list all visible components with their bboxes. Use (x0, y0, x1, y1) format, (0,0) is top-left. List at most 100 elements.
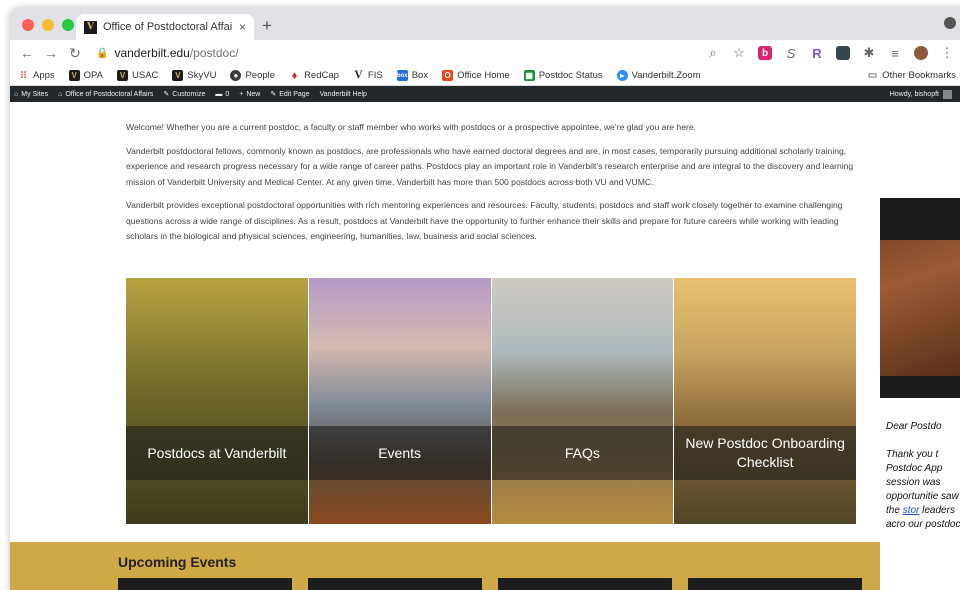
new-tab-button[interactable]: + (262, 16, 272, 36)
bookmark-postdoc-status[interactable]: ▦ Postdoc Status (523, 70, 603, 81)
intro-paragraph: Welcome! Whether you are a current postd… (126, 122, 697, 132)
intro-paragraph: Vanderbilt postdoctoral fellows, commonl… (126, 145, 854, 187)
side-greeting: Dear Postdo (886, 421, 942, 432)
admin-account[interactable]: Howdy, bishopft (889, 89, 960, 99)
extensions-puzzle-icon[interactable]: ✱ (862, 45, 876, 60)
bookmark-label: Office Home (457, 70, 510, 81)
wp-admin-bar: ⌂ My Sites ⌂ Office of Postdoctoral Affa… (10, 86, 960, 102)
star-bookmark-icon[interactable]: ☆ (732, 45, 746, 60)
bookmark-people[interactable]: ● People (230, 70, 275, 81)
upcoming-events-section: Upcoming Events (10, 542, 880, 590)
my-sites-icon: ⌂ (14, 90, 19, 98)
bookmark-fis[interactable]: V FIS (353, 70, 383, 81)
tile-new-postdoc-onboarding-checklist[interactable]: New Postdoc Onboarding Checklist (674, 278, 856, 524)
event-card[interactable] (688, 578, 862, 590)
extension-r-icon[interactable]: R (810, 46, 824, 61)
bookmark-box[interactable]: box Box (396, 70, 429, 81)
address-bar[interactable]: 🔒 vanderbilt.edu/postdoc/ (92, 46, 392, 60)
brush-icon: ✎ (163, 91, 170, 98)
bookmark-label: Box (411, 70, 429, 81)
url-host: vanderbilt.edu (114, 46, 190, 60)
tab-office-of-postdoctoral-affairs[interactable]: V Office of Postdoctoral Affairs | × (76, 14, 254, 40)
howdy-text: Howdy, bishopft (889, 90, 939, 98)
bookmark-label: Vanderbilt.Zoom (631, 70, 701, 81)
bookmark-apps[interactable]: ⁝⁝ Apps (18, 70, 54, 81)
lock-icon: 🔒 (96, 47, 109, 59)
v-logo-icon: V (354, 70, 363, 81)
events-heading: Upcoming Events (118, 554, 237, 570)
apps-grid-icon: ⁝⁝ (20, 70, 27, 81)
side-story-link[interactable]: stor (903, 505, 920, 516)
url-path: /postdoc/ (189, 46, 239, 60)
minimize-window-button[interactable] (42, 19, 54, 31)
tab-close-button[interactable]: × (239, 20, 246, 34)
bookmark-usac[interactable]: V USAC (117, 70, 158, 81)
admin-item-label: New (246, 90, 261, 98)
admin-item-label: Vanderbilt Help (319, 90, 367, 98)
admin-site-name[interactable]: ⌂ Office of Postdoctoral Affairs (58, 91, 153, 98)
forward-icon[interactable]: → (44, 45, 58, 61)
redcap-icon: ♦ (291, 69, 298, 82)
intro-text: Welcome! Whether you are a current postd… (126, 120, 866, 253)
tab-strip: V Office of Postdoctoral Affairs | × + (10, 8, 960, 40)
avatar (943, 89, 952, 99)
extension-square-icon[interactable] (836, 46, 850, 60)
reload-icon[interactable]: ↻ (68, 45, 82, 62)
url-text[interactable]: vanderbilt.edu/postdoc/ (114, 46, 238, 60)
browser-toolbar: ← → ↻ 🔒 vanderbilt.edu/postdoc/ ⌕ ☆ b S … (10, 40, 960, 66)
side-letter: Dear Postdo Thank you t Postdoc App sess… (886, 420, 960, 532)
maximize-window-button[interactable] (62, 19, 74, 31)
menu-kebab-icon[interactable]: ⋮ (940, 45, 954, 60)
side-photo-band (880, 198, 960, 240)
admin-vanderbilt-help[interactable]: Vanderbilt Help (320, 91, 367, 98)
event-card[interactable] (308, 578, 482, 590)
bookmark-redcap[interactable]: ♦ RedCap (289, 69, 339, 82)
browser-window: V Office of Postdoctoral Affairs | × + ←… (10, 8, 960, 590)
extension-s-icon[interactable]: S (784, 46, 798, 61)
admin-edit-page[interactable]: ✎ Edit Page (270, 90, 310, 99)
admin-my-sites[interactable]: ⌂ My Sites (14, 91, 48, 98)
toolbar-extensions: ⌕ ☆ b S R ✱ ≡ ⋮ (706, 45, 960, 61)
zoom-icon[interactable]: ⌕ (706, 45, 720, 60)
reading-list-icon[interactable]: ≡ (888, 46, 902, 61)
event-card[interactable] (118, 578, 292, 590)
admin-new[interactable]: + New (239, 91, 260, 98)
vu-logo-icon: V (172, 70, 184, 81)
admin-comments[interactable]: ▬ 0 (215, 91, 229, 98)
bookmark-vanderbilt-zoom[interactable]: ▸ Vanderbilt.Zoom (616, 70, 701, 81)
bookmark-label: USAC (132, 70, 159, 81)
sheet-icon: ▦ (523, 70, 535, 81)
close-window-button[interactable] (22, 19, 34, 31)
folder-icon: ▭ (867, 70, 878, 81)
bookmark-label: FIS (367, 70, 383, 81)
admin-item-label: Customize (172, 90, 206, 98)
tile-label: Events (308, 426, 491, 480)
other-bookmarks[interactable]: ▭ Other Bookmarks (867, 70, 960, 81)
comment-count: 0 (225, 90, 230, 98)
bookmark-label: OPA (83, 70, 104, 81)
tile-faqs[interactable]: FAQs (491, 278, 674, 524)
bookmark-label: SkyVU (187, 70, 217, 81)
bookmark-label: RedCap (304, 70, 339, 81)
bookmark-label: People (245, 70, 276, 81)
people-icon: ● (230, 70, 242, 81)
profile-avatar-icon[interactable] (914, 46, 928, 60)
feature-tiles: Postdocs at Vanderbilt Events FAQs New P… (126, 278, 856, 524)
tile-label: New Postdoc Onboarding Checklist (674, 426, 856, 480)
plus-icon: + (239, 90, 244, 98)
bookmark-opa[interactable]: V OPA (68, 70, 104, 81)
other-bookmarks-label: Other Bookmarks (882, 70, 956, 81)
tile-events[interactable]: Events (308, 278, 491, 524)
admin-item-label: My Sites (21, 90, 49, 98)
bookmark-office-home[interactable]: O Office Home (442, 70, 510, 81)
tab-title: Office of Postdoctoral Affairs | (103, 21, 233, 33)
profile-dot-icon (944, 17, 956, 29)
admin-item-label: Edit Page (279, 90, 310, 98)
event-card[interactable] (498, 578, 672, 590)
back-icon[interactable]: ← (20, 45, 34, 61)
bookmark-skyvu[interactable]: V SkyVU (172, 70, 216, 81)
tile-postdocs-at-vanderbilt[interactable]: Postdocs at Vanderbilt (126, 278, 308, 524)
tile-label: FAQs (491, 426, 674, 480)
extension-b-icon[interactable]: b (758, 46, 772, 60)
admin-customize[interactable]: ✎ Customize (163, 90, 206, 99)
